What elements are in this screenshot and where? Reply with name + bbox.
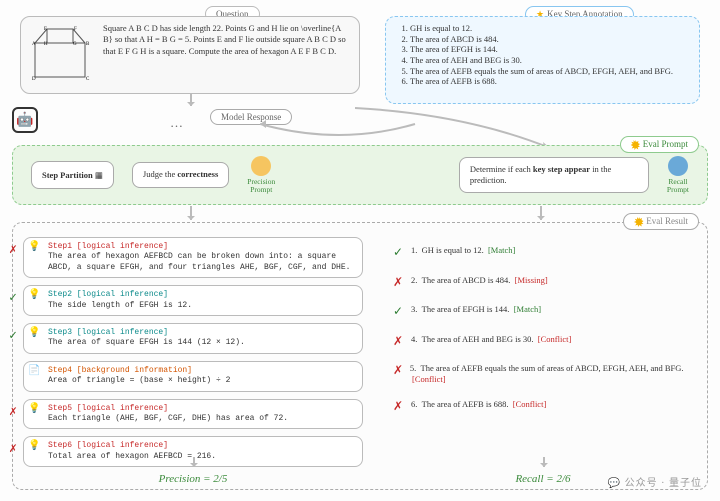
step-item: 📄Step4 [background information]Area of t… xyxy=(23,361,363,392)
recall-item: ✗4. The area of AEH and BEG is 30. [Conf… xyxy=(393,334,693,350)
mark-icon: ✗ xyxy=(393,275,405,291)
eval-prompt-box: Eval Prompt Step Partition ▦ Judge the c… xyxy=(12,145,708,205)
mark-icon: ✓ xyxy=(6,328,20,345)
step-item: ✗💡Step5 [logical inference]Each triangle… xyxy=(23,399,363,430)
arrow-icon xyxy=(190,206,192,220)
keystep-item: The area of ABCD is 484. xyxy=(410,34,691,45)
ellipsis-icon: … xyxy=(170,115,183,131)
keystep-box: GH is equal to 12.The area of ABCD is 48… xyxy=(385,16,700,104)
recall-item: ✗2. The area of ABCD is 484. [Missing] xyxy=(393,275,693,291)
arrow-icon xyxy=(540,206,542,220)
mark-icon: ✓ xyxy=(393,245,405,261)
bulb-icon: 💡 xyxy=(28,241,40,254)
precision-column: ✗💡Step1 [logical inference]The area of h… xyxy=(23,237,363,474)
keystep-list: GH is equal to 12.The area of ABCD is 48… xyxy=(410,23,691,87)
precision-prompt-avatar: Precision Prompt xyxy=(247,156,275,195)
recall-box: Determine if each key step appear in the… xyxy=(459,157,649,193)
recall-item: ✗6. The area of AEFB is 688. [Conflict] xyxy=(393,399,693,415)
svg-text:C: C xyxy=(86,77,90,82)
robot-icon: 🤖 xyxy=(12,107,38,133)
svg-text:B: B xyxy=(86,42,90,47)
keystep-item: GH is equal to 12. xyxy=(410,23,691,34)
watermark: 💬 公众号 · 量子位 xyxy=(608,474,702,489)
bulb-icon: 💡 xyxy=(28,327,40,340)
keystep-item: The area of AEFB is 688. xyxy=(410,76,691,87)
recall-item: ✓3. The area of EFGH is 144. [Match] xyxy=(393,304,693,320)
eval-prompt-label: Eval Prompt xyxy=(620,136,700,153)
svg-text:H: H xyxy=(44,42,48,47)
bulb-icon: 💡 xyxy=(28,403,40,416)
keystep-item: The area of AEH and BEG is 30. xyxy=(410,55,691,66)
bulb-icon: 💡 xyxy=(28,289,40,302)
recall-item: ✗5. The area of AEFB equals the sum of a… xyxy=(393,363,693,385)
arrow-icon xyxy=(190,94,192,106)
mark-icon: ✗ xyxy=(393,334,405,350)
mark-icon: ✗ xyxy=(393,363,404,385)
arrow-icon xyxy=(543,457,545,467)
eval-result-box: Eval Result ✗💡Step1 [logical inference]T… xyxy=(12,222,708,490)
precision-score: Precision = 2/5 xyxy=(23,473,363,485)
recall-prompt-avatar: Recall Prompt xyxy=(667,156,689,195)
bulb-icon: 💡 xyxy=(28,440,40,453)
mark-icon: ✗ xyxy=(6,404,20,421)
step-item: ✗💡Step1 [logical inference]The area of h… xyxy=(23,237,363,278)
svg-text:G: G xyxy=(73,42,77,47)
svg-text:D: D xyxy=(32,77,36,82)
bulb-icon: 📄 xyxy=(28,365,40,378)
keystep-item: The area of EFGH is 144. xyxy=(410,44,691,55)
model-response-label: Model Response xyxy=(210,109,292,125)
svg-text:F: F xyxy=(74,27,77,32)
svg-text:E: E xyxy=(44,27,47,32)
arrow-icon xyxy=(193,457,195,467)
mark-icon: ✗ xyxy=(6,242,20,259)
geometry-figure: A H G B E F D C xyxy=(29,23,97,83)
question-text: Square A B C D has side length 22. Point… xyxy=(103,23,351,83)
gear-icon xyxy=(634,217,644,227)
step-partition-box: Step Partition ▦ xyxy=(31,161,114,190)
recall-column: ✓1. GH is equal to 12. [Match] ✗2. The ar… xyxy=(393,245,693,429)
mark-icon: ✓ xyxy=(6,290,20,307)
mark-icon: ✗ xyxy=(393,399,405,415)
judge-box: Judge the correctness xyxy=(132,162,229,187)
svg-text:A: A xyxy=(32,42,36,47)
recall-item: ✓1. GH is equal to 12. [Match] xyxy=(393,245,693,261)
step-item: ✓💡Step2 [logical inference]The side leng… xyxy=(23,285,363,316)
mark-icon: ✓ xyxy=(393,304,405,320)
mark-icon: ✗ xyxy=(6,441,20,458)
keystep-item: The area of AEFB equals the sum of areas… xyxy=(410,66,691,77)
eval-result-label: Eval Result xyxy=(623,213,699,230)
question-box: A H G B E F D C Square A B C D has side leng… xyxy=(20,16,360,94)
step-item: ✓💡Step3 [logical inference]The area of s… xyxy=(23,323,363,354)
gear-icon xyxy=(631,140,641,150)
